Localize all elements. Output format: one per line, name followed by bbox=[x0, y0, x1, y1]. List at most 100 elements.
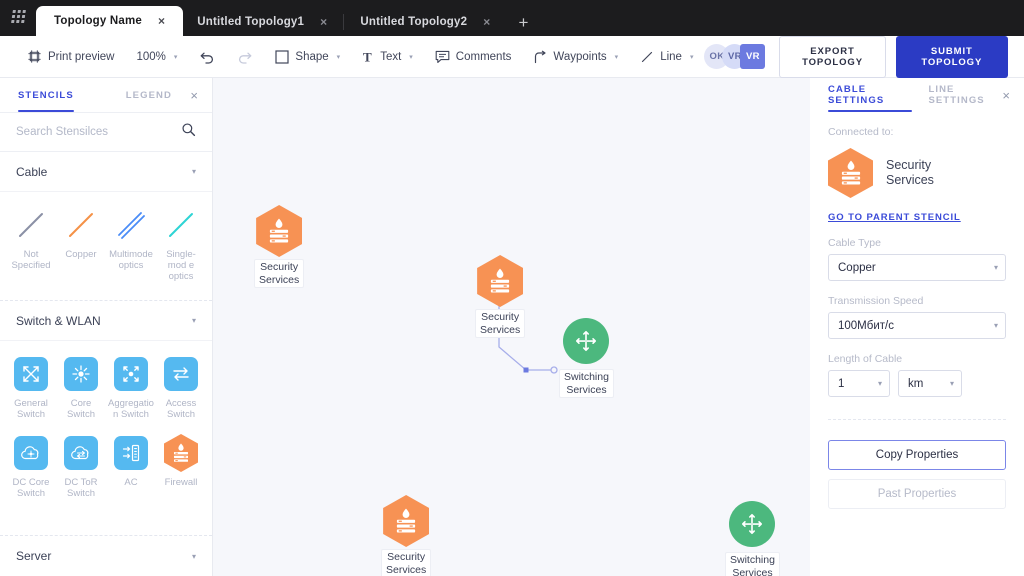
stencil-label: Aggregation Switch bbox=[108, 398, 154, 420]
waypoints-label: Waypoints bbox=[553, 50, 607, 63]
length-value: 1 bbox=[838, 377, 845, 390]
window-tab-bar: Topology Name × Untitled Topology1 × Unt… bbox=[0, 0, 1024, 36]
close-icon[interactable]: × bbox=[483, 16, 490, 28]
main-toolbar: Print preview 100% ▾ Shape ▾ T Text ▾ Co… bbox=[0, 35, 1024, 78]
stencil-single-mode-optics[interactable]: Single-mod e optics bbox=[156, 200, 206, 286]
stencil-firewall[interactable]: Firewall bbox=[156, 428, 206, 503]
stencil-label: Access Switch bbox=[165, 398, 197, 420]
avatar[interactable]: VR bbox=[740, 44, 766, 69]
collaborator-avatars: OK VR VR bbox=[704, 44, 766, 69]
canvas-node-switching-services-1[interactable]: Switching Services bbox=[559, 315, 614, 398]
print-preview-button[interactable]: Print preview bbox=[16, 36, 125, 78]
tab-untitled-topology2[interactable]: Untitled Topology2 × bbox=[346, 8, 504, 36]
stencil-ac[interactable]: AC bbox=[106, 428, 156, 503]
shape-menu[interactable]: Shape ▾ bbox=[264, 36, 351, 78]
line-label: Line bbox=[660, 50, 682, 63]
settings-panel-tabs: CABLE SETTINGS LINE SETTINGS × bbox=[810, 78, 1024, 112]
cable-copper-icon bbox=[64, 204, 98, 246]
close-icon[interactable]: × bbox=[158, 15, 165, 27]
zoom-level-value: 100% bbox=[136, 50, 166, 63]
search-input[interactable] bbox=[16, 126, 181, 138]
redo-icon bbox=[237, 50, 253, 64]
tab-list: Topology Name × Untitled Topology1 × Unt… bbox=[36, 0, 542, 36]
panel-divider bbox=[828, 419, 1006, 420]
cable-type-label: Cable Type bbox=[828, 237, 881, 249]
stencil-general-switch[interactable]: General Switch bbox=[6, 349, 56, 424]
text-icon: T bbox=[362, 50, 374, 64]
tab-divider bbox=[343, 14, 345, 30]
cable-type-field: Cable Type Copper ▾ bbox=[828, 237, 1006, 281]
export-topology-button[interactable]: EXPORT TOPOLOGY bbox=[779, 35, 886, 78]
waypoints-menu[interactable]: Waypoints ▾ bbox=[522, 36, 629, 78]
close-icon[interactable]: × bbox=[190, 88, 198, 103]
canvas-node-security-services-1[interactable]: Security Services bbox=[254, 205, 305, 288]
print-preview-icon bbox=[27, 49, 42, 64]
stencil-not-specified[interactable]: Not Specified bbox=[6, 200, 56, 286]
stencil-grid-cable: Not Specified Copper Multimode optics Si… bbox=[0, 192, 212, 296]
section-title: Switch & WLAN bbox=[16, 313, 101, 328]
undo-button[interactable] bbox=[188, 36, 226, 78]
section-header-server[interactable]: Server ▾ bbox=[0, 536, 212, 576]
chevron-down-icon: ▾ bbox=[191, 167, 196, 176]
transmission-speed-label: Transmission Speed bbox=[828, 295, 924, 307]
transmission-speed-select[interactable]: 100Мбит/с ▾ bbox=[828, 312, 1006, 339]
tab-untitled-topology1[interactable]: Untitled Topology1 × bbox=[183, 8, 341, 36]
undo-icon bbox=[199, 50, 215, 64]
tab-legend[interactable]: LEGEND bbox=[126, 78, 172, 112]
stencil-dc-tor-switch[interactable]: DC ToR Switch bbox=[56, 428, 106, 503]
stencil-copper[interactable]: Copper bbox=[56, 200, 106, 286]
tab-cable-settings[interactable]: CABLE SETTINGS bbox=[828, 78, 913, 112]
stencil-multimode-optics[interactable]: Multimode optics bbox=[106, 200, 156, 286]
section-title: Cable bbox=[16, 164, 48, 179]
stencil-aggregation-switch[interactable]: Aggregation Switch bbox=[106, 349, 156, 424]
section-header-switch-wlan[interactable]: Switch & WLAN ▾ bbox=[0, 301, 212, 341]
cable-type-select[interactable]: Copper ▾ bbox=[828, 254, 1006, 281]
chevron-down-icon: ▾ bbox=[689, 53, 694, 61]
tab-label: Untitled Topology1 bbox=[197, 16, 305, 28]
copy-properties-button[interactable]: Copy Properties bbox=[828, 440, 1006, 470]
tab-stencils[interactable]: STENCILS bbox=[18, 78, 74, 112]
text-menu[interactable]: T Text ▾ bbox=[351, 36, 424, 78]
comment-icon bbox=[435, 50, 450, 64]
cable-not-specified-icon bbox=[14, 204, 48, 246]
search-stencils-row bbox=[0, 112, 212, 152]
tab-topology-name[interactable]: Topology Name × bbox=[36, 6, 184, 36]
close-icon[interactable]: × bbox=[320, 16, 327, 28]
canvas-node-switching-services-2[interactable]: Switching Services bbox=[725, 498, 780, 576]
canvas-node-security-services-3[interactable]: Security Services bbox=[381, 495, 432, 576]
close-icon[interactable]: × bbox=[1002, 88, 1010, 103]
tab-line-settings[interactable]: LINE SETTINGS bbox=[928, 78, 1002, 112]
hexagon-shape bbox=[383, 495, 430, 547]
redo-button[interactable] bbox=[226, 36, 264, 78]
cable-singlemode-icon bbox=[164, 204, 198, 246]
transmission-speed-value: 100Мбит/с bbox=[838, 319, 894, 332]
submit-topology-button[interactable]: SUBMIT TOPOLOGY bbox=[895, 35, 1008, 78]
comments-button[interactable]: Comments bbox=[424, 36, 523, 78]
stencil-label: Not Specified bbox=[11, 249, 51, 271]
stencil-label: AC bbox=[124, 477, 138, 488]
zoom-level-select[interactable]: 100% ▾ bbox=[125, 36, 188, 78]
line-menu[interactable]: Line ▾ bbox=[629, 36, 704, 78]
go-to-parent-stencil-link[interactable]: GO TO PARENT STENCIL bbox=[828, 212, 1006, 223]
apps-grid-icon[interactable] bbox=[0, 0, 36, 34]
tab-label: Untitled Topology2 bbox=[360, 16, 468, 28]
section-header-cable[interactable]: Cable ▾ bbox=[0, 152, 212, 192]
topology-canvas[interactable]: Security Services Security Services Swit… bbox=[213, 78, 810, 576]
canvas-node-security-services-2[interactable]: Security Services bbox=[475, 255, 526, 338]
chevron-down-icon: ▾ bbox=[191, 551, 196, 561]
stencil-dc-core-switch[interactable]: DC Core Switch bbox=[6, 428, 56, 503]
transmission-speed-field: Transmission Speed 100Мбит/с ▾ bbox=[828, 295, 1006, 339]
chevron-down-icon: ▾ bbox=[993, 263, 998, 272]
length-value-select[interactable]: 1 ▾ bbox=[828, 370, 890, 397]
stencil-core-switch[interactable]: Core Switch bbox=[56, 349, 106, 424]
search-icon[interactable] bbox=[181, 122, 196, 142]
new-tab-button[interactable]: + bbox=[504, 14, 542, 36]
security-services-icon bbox=[383, 495, 430, 547]
node-label: Security Services bbox=[381, 549, 432, 576]
length-unit-select[interactable]: km ▾ bbox=[898, 370, 962, 397]
stencil-access-switch[interactable]: Access Switch bbox=[156, 349, 206, 424]
chevron-down-icon: ▾ bbox=[614, 53, 619, 61]
dc-core-switch-icon bbox=[14, 432, 48, 474]
length-of-cable-label: Length of Cable bbox=[828, 353, 903, 365]
length-controls: 1 ▾ km ▾ bbox=[828, 365, 1006, 397]
